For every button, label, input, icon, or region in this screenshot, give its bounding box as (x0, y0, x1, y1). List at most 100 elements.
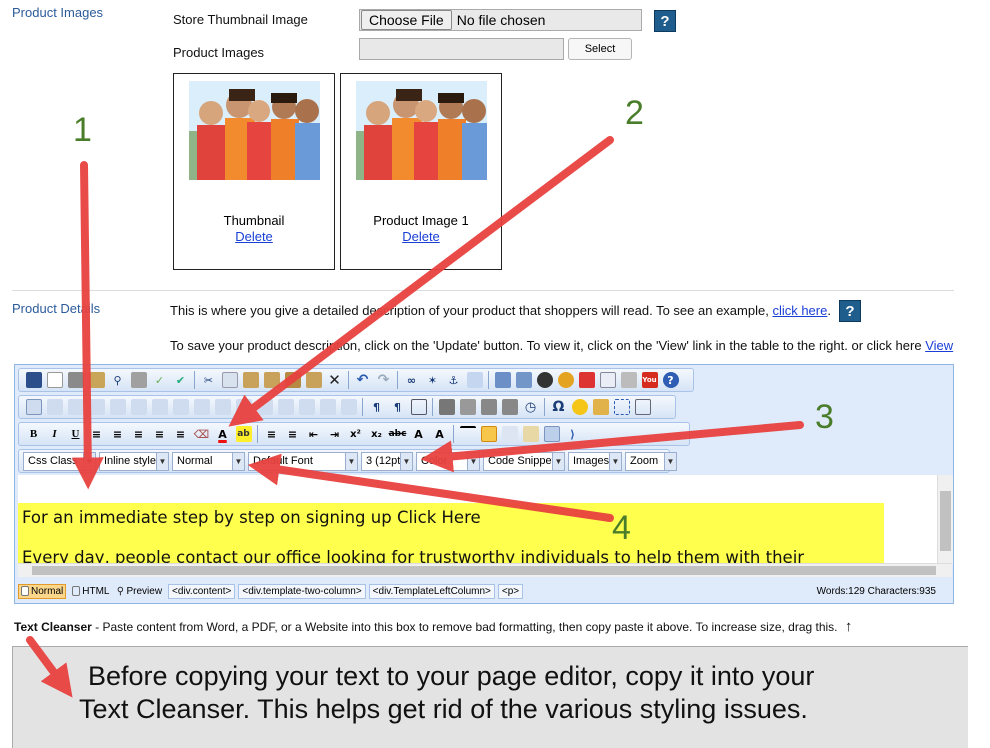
css-class-dropdown[interactable]: Css Class ▼ (23, 451, 96, 471)
breadcrumb-p[interactable]: <p> (497, 583, 524, 599)
align-left-icon[interactable]: ≡ (89, 426, 105, 442)
italic-icon[interactable]: I (47, 426, 63, 442)
justify-full-icon[interactable]: ≡ (173, 426, 189, 442)
rtl-icon[interactable]: ¶ (390, 399, 406, 415)
absolute-position-icon[interactable] (613, 399, 630, 415)
special-char-icon[interactable]: Ω (551, 399, 567, 415)
paste-html-icon[interactable] (305, 372, 322, 388)
eraser-icon[interactable]: ⌫ (194, 426, 210, 442)
uppercase-icon[interactable]: A (411, 426, 427, 442)
select-images-button[interactable]: Select (568, 38, 632, 60)
choose-file-button[interactable]: Choose File (361, 10, 452, 30)
form-icon[interactable] (256, 399, 273, 415)
print-page-icon[interactable] (130, 372, 147, 388)
indent-icon[interactable]: ⇥ (327, 426, 343, 442)
paragraph-icon[interactable] (459, 399, 476, 415)
paste-text-icon[interactable] (263, 372, 280, 388)
cell-props-icon[interactable] (172, 399, 189, 415)
template-icon[interactable] (620, 372, 637, 388)
emoticon-icon[interactable] (571, 399, 588, 415)
row-delete-icon[interactable] (67, 399, 84, 415)
spell-abc-icon[interactable]: ✔ (173, 372, 189, 388)
image-edit-icon[interactable] (515, 372, 532, 388)
underline-icon[interactable]: U (68, 426, 84, 442)
insert-table-icon[interactable] (25, 399, 42, 415)
merge-cells-icon[interactable] (130, 399, 147, 415)
youtube-icon[interactable]: You (641, 372, 658, 388)
delete-icon[interactable]: ✕ (327, 371, 343, 389)
image-icon[interactable] (494, 372, 511, 388)
media-icon[interactable] (557, 372, 574, 388)
column-delete-icon[interactable] (109, 399, 126, 415)
bullet-list-icon[interactable]: ≡ (285, 426, 301, 442)
link-icon[interactable]: ∞ (404, 372, 420, 388)
page-properties-icon[interactable] (480, 399, 497, 415)
thumbnail-file-input[interactable]: Choose File No file chosen (359, 9, 642, 31)
inline-style-dropdown[interactable]: Inline style ▼ (99, 451, 169, 471)
pdf-icon[interactable] (578, 372, 595, 388)
textbox-icon[interactable] (277, 399, 294, 415)
redo-icon[interactable]: ↷ (376, 372, 392, 388)
document-icon[interactable] (599, 372, 616, 388)
row-props-icon[interactable] (214, 399, 231, 415)
editor-content-area[interactable]: For an immediate step by step on signing… (18, 475, 952, 565)
details-help-button[interactable]: ? (839, 300, 861, 322)
keyword-icon[interactable] (592, 399, 609, 415)
cut-icon[interactable]: ✂ (201, 372, 217, 388)
insert-cursor-icon[interactable]: ⟩ (565, 426, 581, 442)
layer-icon[interactable] (634, 399, 651, 415)
fieldset-icon[interactable] (501, 426, 518, 442)
ltr-icon[interactable]: ¶ (369, 399, 385, 415)
spellcheck-icon[interactable]: ✓ (152, 372, 168, 388)
breadcrumb-div-left-column[interactable]: <div.TemplateLeftColumn> (368, 583, 495, 599)
highlight-color-icon[interactable]: ab (235, 426, 252, 442)
copy-icon[interactable] (221, 372, 238, 388)
strikethrough-icon[interactable]: abc (389, 426, 407, 442)
box-icon[interactable] (480, 426, 497, 442)
grid-icon[interactable] (543, 426, 560, 442)
vertical-scroll-thumb[interactable] (940, 491, 951, 551)
row-insert-icon[interactable] (46, 399, 63, 415)
editor-vertical-scrollbar[interactable] (937, 475, 953, 565)
column-insert-icon[interactable] (88, 399, 105, 415)
preview-mode-button[interactable]: ⚲ Preview (115, 586, 162, 597)
hidden-field-icon[interactable] (319, 399, 336, 415)
horizontal-scroll-thumb[interactable] (32, 566, 936, 575)
align-right-icon[interactable]: ≡ (131, 426, 147, 442)
view-link[interactable]: View (925, 338, 953, 353)
preview-format-icon[interactable] (438, 399, 455, 415)
font-name-dropdown[interactable]: Default Font ▼ (248, 451, 358, 471)
drag-handle-icon[interactable]: ↑ (845, 618, 853, 635)
normal-mode-button[interactable]: Normal (18, 583, 67, 599)
unlink-icon[interactable]: ✶ (425, 372, 441, 388)
subscript-icon[interactable]: x₂ (369, 426, 385, 442)
button-field-icon[interactable] (340, 399, 357, 415)
time-icon[interactable]: ◷ (523, 399, 539, 415)
code-snippet-dropdown[interactable]: Code Snippet ▼ (483, 451, 565, 471)
help-icon[interactable]: ? (662, 372, 679, 388)
font-size-dropdown[interactable]: 3 (12pt) ▼ (361, 451, 413, 471)
print-preview-icon[interactable] (88, 372, 105, 388)
thumbnail-delete-link[interactable]: Delete (174, 229, 334, 244)
flash-icon[interactable] (536, 372, 553, 388)
align-center-icon[interactable]: ≡ (110, 426, 126, 442)
link-page-icon[interactable] (466, 372, 483, 388)
date-icon[interactable] (501, 399, 518, 415)
editor-horizontal-scrollbar[interactable] (18, 563, 952, 577)
product-images-path-field[interactable] (359, 38, 564, 60)
images-dropdown[interactable]: Images ▼ (568, 451, 622, 471)
paste-word-icon[interactable] (284, 372, 301, 388)
example-link[interactable]: click here (772, 303, 827, 318)
breadcrumb-div-template[interactable]: <div.template-two-column> (238, 583, 366, 599)
html-mode-button[interactable]: HTML (72, 586, 109, 597)
paste-icon[interactable] (242, 372, 259, 388)
split-cells-icon[interactable] (151, 399, 168, 415)
font-color-icon[interactable]: A (215, 426, 231, 442)
justify-icon[interactable]: ≡ (152, 426, 168, 442)
anchor-icon[interactable]: ⚓ (446, 372, 462, 388)
zoom-dropdown[interactable]: Zoom ▼ (625, 451, 677, 471)
outdent-icon[interactable]: ⇤ (306, 426, 322, 442)
save-icon[interactable] (25, 372, 42, 388)
table-props-icon[interactable] (193, 399, 210, 415)
new-page-icon[interactable] (46, 372, 63, 388)
